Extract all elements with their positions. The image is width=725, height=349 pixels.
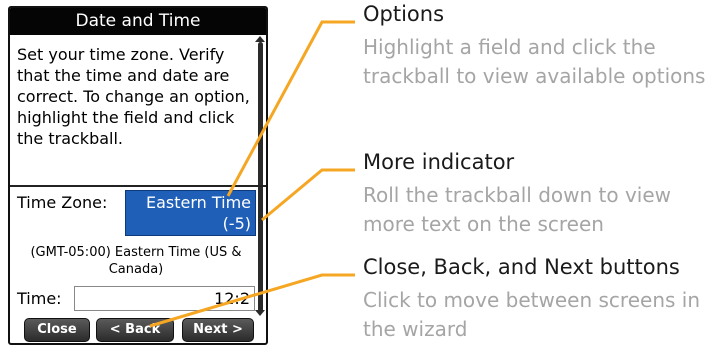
options-callout-title: Options: [363, 2, 445, 26]
more-indicator-callout-description: Roll the trackball down to view more tex…: [363, 183, 672, 236]
buttons-callout-title: Close, Back, and Next buttons: [363, 255, 680, 279]
more-indicator-callout-title: More indicator: [363, 150, 515, 174]
time-zone-description: (GMT-05:00) Eastern Time (US & Canada): [30, 245, 242, 277]
options-callout-description: Highlight a field and click the trackbal…: [363, 35, 706, 88]
scroll-down-icon: [255, 310, 265, 316]
intro-text: Set your time zone. Verify that the time…: [17, 45, 250, 148]
back-button[interactable]: < Back: [96, 318, 174, 342]
time-zone-offset: (-5): [222, 214, 251, 233]
close-button[interactable]: Close: [24, 318, 90, 342]
time-zone-label: Time Zone:: [17, 193, 108, 212]
next-button[interactable]: Next >: [182, 318, 254, 342]
screen-title: Date and Time: [10, 8, 266, 35]
more-indicator-leader-line: [261, 168, 355, 222]
time-field[interactable]: 12:2: [74, 286, 255, 311]
buttons-callout-description: Click to move between screens in the wiz…: [363, 288, 701, 341]
divider: [10, 185, 266, 187]
more-indicator-scrollbar[interactable]: [258, 42, 263, 312]
time-zone-value: Eastern Time: [145, 193, 251, 212]
time-zone-field[interactable]: Eastern Time (-5): [125, 190, 256, 236]
time-label: Time:: [17, 289, 62, 308]
device-screen: Date and Time Set your time zone. Verify…: [8, 6, 268, 345]
